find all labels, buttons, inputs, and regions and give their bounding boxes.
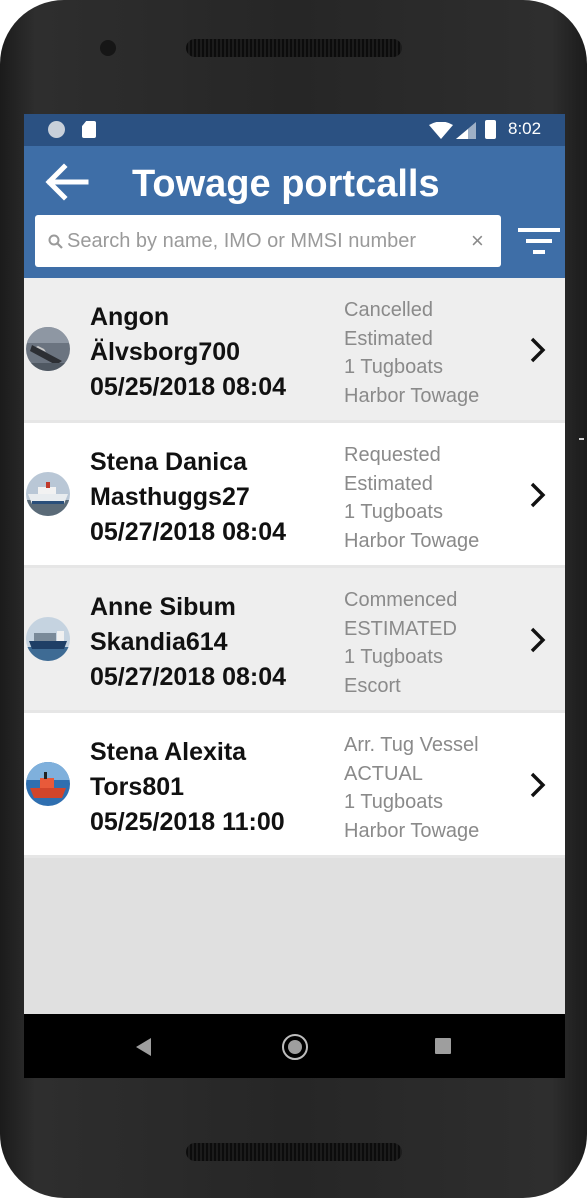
filter-icon (518, 228, 560, 254)
sd-card-icon (82, 121, 96, 138)
vessel-name: Stena Danica (90, 448, 248, 476)
portcall-main-info: Angon Älvsborg700 05/25/2018 08:04 (90, 300, 286, 405)
berth-name: Tors801 (90, 773, 185, 801)
side-button (579, 438, 584, 440)
signal-icon (456, 122, 476, 139)
front-camera (100, 40, 116, 56)
portcall-status-info: Cancelled Estimated 1 Tugboats Harbor To… (344, 296, 479, 411)
ship-photo-icon (26, 617, 70, 661)
ship-photo-icon (26, 472, 70, 516)
portcall-status: Commenced (344, 589, 458, 611)
nav-home-icon[interactable] (282, 1034, 308, 1060)
vessel-name: Stena Alexita (90, 738, 247, 766)
portcall-row[interactable]: Stena Alexita Tors801 05/25/2018 11:00 A… (24, 713, 565, 858)
back-button[interactable] (42, 162, 92, 202)
portcall-main-info: Stena Alexita Tors801 05/25/2018 11:00 (90, 735, 285, 840)
app-bar: Towage portcalls × (24, 146, 565, 278)
service-type: Harbor Towage (344, 385, 480, 408)
portcall-datetime: 05/25/2018 11:00 (90, 808, 285, 836)
tugboat-count: 1 Tugboats (344, 356, 443, 379)
system-nav-bar (24, 1014, 565, 1078)
bottom-speaker (186, 1143, 402, 1161)
ship-photo-icon (26, 327, 70, 371)
portcall-list: Angon Älvsborg700 05/25/2018 08:04 Cance… (24, 278, 565, 858)
berth-name: Skandia614 (90, 628, 228, 656)
portcall-row[interactable]: Stena Danica Masthuggs27 05/27/2018 08:0… (24, 423, 565, 568)
arrow-left-icon (45, 163, 89, 201)
clear-search-button[interactable]: × (471, 227, 484, 255)
portcall-main-info: Stena Danica Masthuggs27 05/27/2018 08:0… (90, 445, 286, 550)
portcall-main-info: Anne Sibum Skandia614 05/27/2018 08:04 (90, 590, 286, 695)
tugboat-count: 1 Tugboats (344, 501, 443, 524)
chevron-right-icon (530, 482, 546, 508)
search-input[interactable] (67, 215, 462, 267)
berth-name: Masthuggs27 (90, 483, 250, 511)
time-type: ESTIMATED (344, 617, 457, 640)
time-type: Estimated (344, 472, 433, 495)
search-icon (48, 234, 63, 249)
chevron-right-icon (530, 337, 546, 363)
filter-button[interactable] (518, 226, 560, 258)
service-type: Harbor Towage (344, 820, 480, 843)
portcall-status-info: Commenced ESTIMATED 1 Tugboats Escort (344, 586, 457, 701)
vessel-name: Anne Sibum (90, 593, 236, 621)
notification-icon (48, 121, 65, 138)
portcall-status-info: Arr. Tug Vessel ACTUAL 1 Tugboats Harbor… (344, 731, 479, 846)
chevron-right-icon (530, 627, 546, 653)
portcall-status: Cancelled (344, 299, 433, 321)
vessel-name: Angon (90, 303, 170, 331)
service-type: Harbor Towage (344, 530, 480, 553)
portcall-datetime: 05/27/2018 08:04 (90, 663, 287, 691)
portcall-datetime: 05/27/2018 08:04 (90, 518, 287, 546)
wifi-icon (429, 122, 453, 139)
status-bar: 8:02 (24, 114, 565, 146)
portcall-status: Requested (344, 444, 441, 466)
search-box: × (35, 215, 501, 267)
screen: 8:02 Towage portcalls × (24, 114, 565, 1078)
portcall-row[interactable]: Angon Älvsborg700 05/25/2018 08:04 Cance… (24, 278, 565, 423)
status-time: 8:02 (508, 119, 542, 138)
time-type: ACTUAL (344, 762, 423, 785)
time-type: Estimated (344, 327, 433, 350)
berth-name: Älvsborg700 (90, 338, 241, 366)
battery-icon (485, 120, 496, 139)
phone-frame: 8:02 Towage portcalls × (0, 0, 587, 1198)
chevron-right-icon (530, 772, 546, 798)
nav-back-icon[interactable] (136, 1038, 152, 1056)
portcall-datetime: 05/25/2018 08:04 (90, 373, 287, 401)
portcall-status: Arr. Tug Vessel (344, 734, 479, 756)
ship-photo-icon (26, 762, 70, 806)
tugboat-count: 1 Tugboats (344, 791, 443, 814)
tugboat-count: 1 Tugboats (344, 646, 443, 669)
portcall-status-info: Requested Estimated 1 Tugboats Harbor To… (344, 441, 479, 556)
service-type: Escort (344, 675, 401, 698)
earpiece-speaker (186, 39, 402, 57)
page-title: Towage portcalls (132, 163, 440, 205)
portcall-row[interactable]: Anne Sibum Skandia614 05/27/2018 08:04 C… (24, 568, 565, 713)
nav-recents-icon[interactable] (435, 1038, 451, 1054)
